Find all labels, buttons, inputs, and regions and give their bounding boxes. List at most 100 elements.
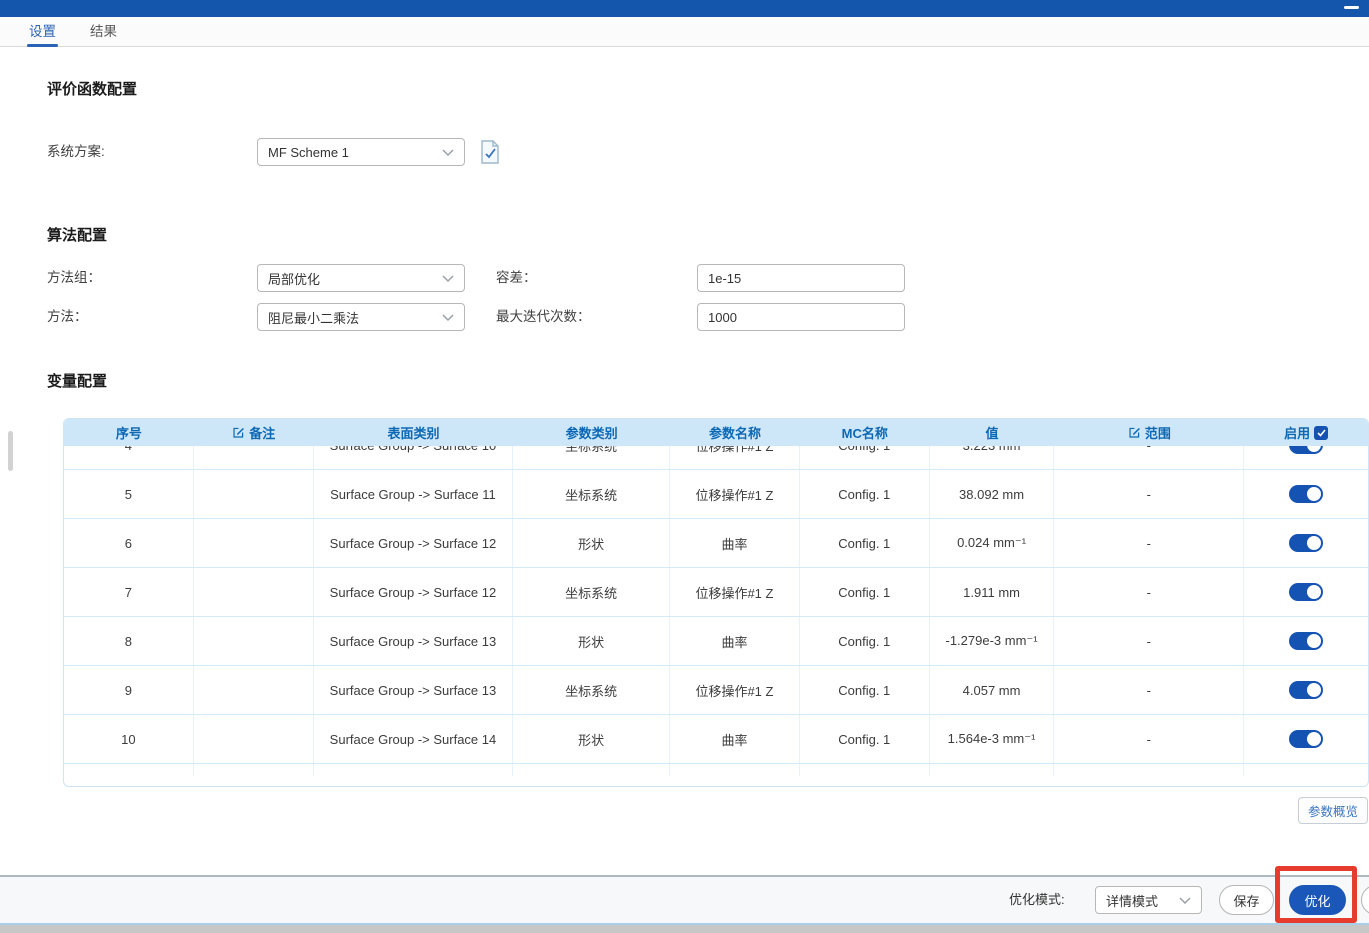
cell-index: 7: [64, 568, 194, 616]
algorithm-section-title: 算法配置: [47, 224, 107, 245]
cell-surface: Surface Group -> Surface 12: [314, 568, 514, 616]
cell-surface: Surface Group -> Surface 10: [314, 446, 514, 469]
table-row[interactable]: 6 Surface Group -> Surface 12 形状 曲率 Conf…: [64, 519, 1368, 568]
enable-all-checkbox[interactable]: [1314, 426, 1328, 440]
cell-note[interactable]: [194, 617, 314, 665]
cell-surface: Surface Group -> Surface 14: [314, 715, 514, 763]
cell-range[interactable]: -: [1054, 568, 1244, 616]
cell-index: 9: [64, 666, 194, 714]
enable-toggle[interactable]: [1289, 485, 1323, 503]
cell-index: 6: [64, 519, 194, 567]
cell-enable: [1244, 666, 1368, 714]
cell-note[interactable]: [194, 715, 314, 763]
cell-note[interactable]: [194, 666, 314, 714]
enable-toggle[interactable]: [1289, 632, 1323, 650]
col-header-param-category: 参数类别: [513, 419, 670, 446]
cell-value[interactable]: 3.223 mm: [930, 446, 1055, 469]
cell-range[interactable]: -: [1054, 470, 1244, 518]
optimize-mode-value: 详情模式: [1106, 891, 1158, 910]
cell-mc-name: Config. 1: [800, 470, 930, 518]
parameter-overview-button[interactable]: 参数概览: [1298, 797, 1368, 824]
save-button[interactable]: 保存: [1219, 885, 1274, 915]
cell-index: 5: [64, 470, 194, 518]
col-header-range[interactable]: 范围: [1054, 419, 1244, 446]
background-strip: [0, 925, 1369, 933]
cell-range[interactable]: -: [1054, 519, 1244, 567]
cell-index: 10: [64, 715, 194, 763]
cell-surface: Surface Group -> Surface 14: [314, 764, 514, 776]
enable-toggle[interactable]: [1289, 446, 1323, 454]
table-scroll-viewport[interactable]: 4 Surface Group -> Surface 10 坐标系统 位移操作#…: [64, 446, 1368, 776]
cell-range[interactable]: -: [1054, 764, 1244, 776]
method-group-select[interactable]: 局部优化: [257, 264, 465, 292]
cell-value[interactable]: 1.911 mm: [930, 568, 1055, 616]
cell-param-category: 形状: [513, 715, 670, 763]
tolerance-input[interactable]: [697, 264, 905, 292]
cell-index: 4: [64, 446, 194, 469]
cell-note[interactable]: [194, 568, 314, 616]
method-group-label: 方法组：: [47, 264, 101, 292]
chevron-down-icon: [442, 314, 454, 321]
variables-section-title: 变量配置: [47, 370, 107, 391]
max-iterations-input[interactable]: [697, 303, 905, 331]
cell-range[interactable]: -: [1054, 446, 1244, 469]
table-header: 序号 备注 表面类别 参数类别 参数名称 MC名称 值 范围 启用: [64, 419, 1368, 446]
optimize-button[interactable]: 优化: [1289, 885, 1346, 915]
cell-value[interactable]: 0.024 mm⁻¹: [930, 519, 1055, 567]
edit-icon: [232, 426, 245, 439]
window-titlebar: [0, 0, 1369, 17]
cell-param-name: 位移操作#1 Z: [670, 470, 800, 518]
method-group-value: 局部优化: [268, 269, 320, 288]
enable-toggle[interactable]: [1289, 681, 1323, 699]
cell-value[interactable]: 1.564e-3 mm⁻¹: [930, 715, 1055, 763]
table-row[interactable]: 8 Surface Group -> Surface 13 形状 曲率 Conf…: [64, 617, 1368, 666]
cell-note[interactable]: [194, 519, 314, 567]
cell-range[interactable]: -: [1054, 666, 1244, 714]
optimization-dialog: 设置 结果 评价函数配置 系统方案: MF Scheme 1 算法配置 方法组：…: [0, 0, 1369, 933]
scheme-select[interactable]: MF Scheme 1: [257, 138, 465, 166]
cell-value[interactable]: -0.047 mm: [930, 764, 1055, 776]
table-row[interactable]: 5 Surface Group -> Surface 11 坐标系统 位移操作#…: [64, 470, 1368, 519]
enable-toggle[interactable]: [1289, 534, 1323, 552]
cell-range[interactable]: -: [1054, 617, 1244, 665]
cell-note[interactable]: [194, 446, 314, 469]
table-row[interactable]: 11 Surface Group -> Surface 14 坐标系统 位移操作…: [64, 764, 1368, 776]
enable-toggle[interactable]: [1289, 730, 1323, 748]
table-row[interactable]: 10 Surface Group -> Surface 14 形状 曲率 Con…: [64, 715, 1368, 764]
cell-value[interactable]: 38.092 mm: [930, 470, 1055, 518]
method-label: 方法：: [47, 303, 88, 331]
col-header-note[interactable]: 备注: [194, 419, 314, 446]
scheme-select-value: MF Scheme 1: [268, 145, 349, 160]
minimize-icon[interactable]: [1344, 6, 1359, 9]
cell-param-name: 曲率: [670, 715, 800, 763]
cell-surface: Surface Group -> Surface 11: [314, 470, 514, 518]
table-row[interactable]: 9 Surface Group -> Surface 13 坐标系统 位移操作#…: [64, 666, 1368, 715]
cell-note[interactable]: [194, 470, 314, 518]
cell-value[interactable]: 4.057 mm: [930, 666, 1055, 714]
cell-mc-name: Config. 1: [800, 446, 930, 469]
cell-range[interactable]: -: [1054, 715, 1244, 763]
cell-mc-name: Config. 1: [800, 666, 930, 714]
method-select[interactable]: 阻尼最小二乘法: [257, 303, 465, 331]
cell-mc-name: Config. 1: [800, 568, 930, 616]
cell-enable: [1244, 764, 1368, 776]
optimize-mode-select[interactable]: 详情模式: [1095, 886, 1202, 914]
cell-param-category: 坐标系统: [513, 446, 670, 469]
tab-settings[interactable]: 设置: [27, 17, 58, 47]
cell-enable: [1244, 617, 1368, 665]
merit-section-title: 评价函数配置: [47, 78, 137, 99]
enable-toggle[interactable]: [1289, 583, 1323, 601]
panel-drag-handle[interactable]: [8, 431, 13, 471]
tab-bar: 设置 结果: [0, 17, 1369, 47]
table-row[interactable]: 7 Surface Group -> Surface 12 坐标系统 位移操作#…: [64, 568, 1368, 617]
cell-param-category: 坐标系统: [513, 568, 670, 616]
table-row[interactable]: 4 Surface Group -> Surface 10 坐标系统 位移操作#…: [64, 446, 1368, 470]
cell-note[interactable]: [194, 764, 314, 776]
cell-enable: [1244, 568, 1368, 616]
cell-param-name: 曲率: [670, 519, 800, 567]
cell-value[interactable]: -1.279e-3 mm⁻¹: [930, 617, 1055, 665]
tab-results[interactable]: 结果: [88, 17, 119, 47]
cell-mc-name: Config. 1: [800, 715, 930, 763]
cell-mc-name: Config. 1: [800, 519, 930, 567]
document-check-icon[interactable]: [478, 139, 502, 165]
